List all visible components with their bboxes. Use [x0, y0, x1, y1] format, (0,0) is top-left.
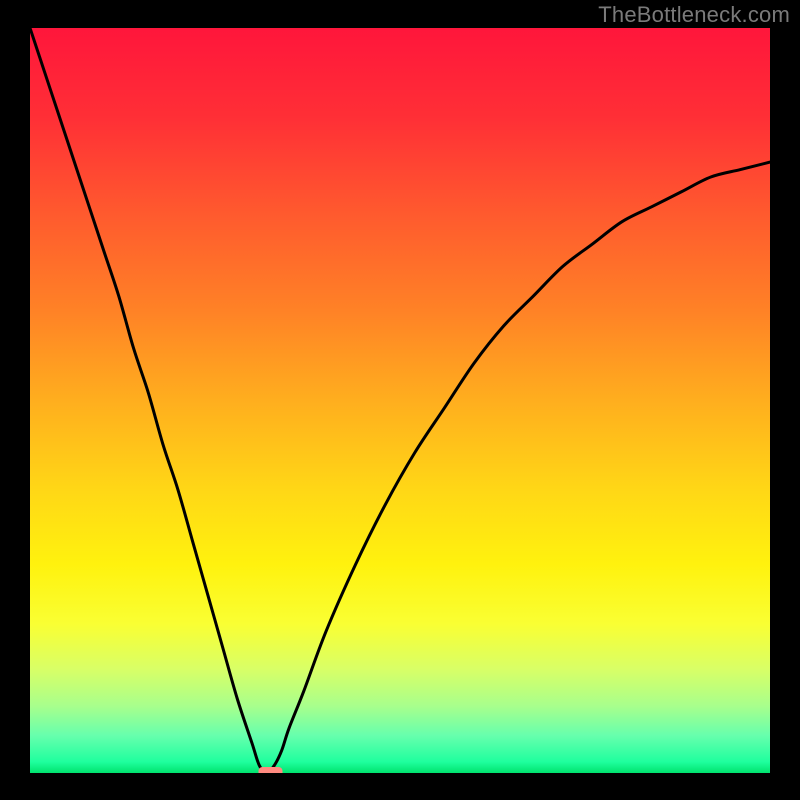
bottleneck-chart	[0, 0, 800, 800]
watermark-text: TheBottleneck.com	[598, 2, 790, 28]
plot-background	[30, 28, 770, 773]
chart-frame: TheBottleneck.com	[0, 0, 800, 800]
optimal-point-marker	[259, 767, 283, 777]
